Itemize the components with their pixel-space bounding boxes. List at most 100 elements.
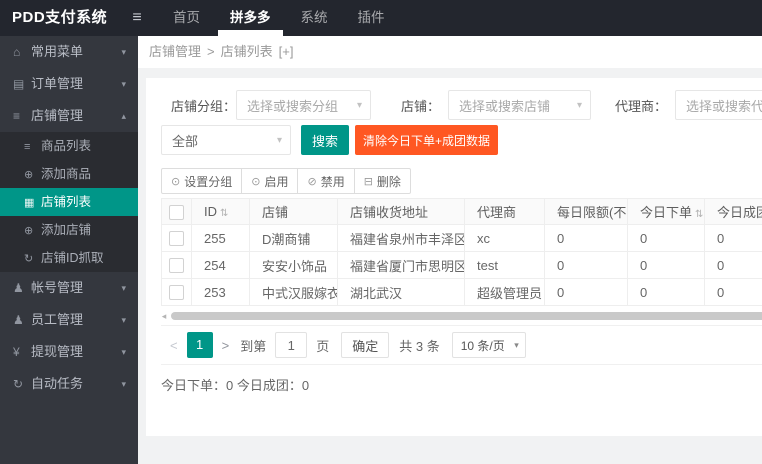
cell-id: 253 — [191, 278, 250, 306]
cell-today-order: 0 — [627, 251, 705, 279]
column-header-agent: 代理商 — [464, 198, 545, 225]
cell-agent: 超级管理员 — [464, 278, 545, 306]
breadcrumb-parent[interactable]: 店铺管理 — [149, 44, 201, 59]
sidebar-item-shop-management[interactable]: ≡ 店铺管理 ▴ — [0, 100, 138, 132]
jump-suffix-label: 页 — [316, 338, 330, 354]
sidebar-item-label: 员工管理 — [31, 312, 84, 327]
column-header-today-group[interactable]: 今日成团⇅ — [704, 198, 762, 225]
column-header-daily-limit: 每日限额(不... — [544, 198, 628, 225]
nav-item-system[interactable]: 系统 — [286, 0, 343, 36]
agent-select[interactable]: 选择或搜索代理 ▾ — [675, 90, 762, 120]
row-checkbox[interactable] — [169, 258, 184, 274]
shop-table: ID⇅ 店铺 店铺收货地址 代理商 每日限额(不... 今日下单⇅ 今日成团⇅ … — [161, 198, 762, 306]
submenu-item-shop-id-crawl[interactable]: ↻ 店铺ID抓取 — [0, 244, 138, 272]
sidebar-item-auto-tasks[interactable]: ↻ 自动任务 ▾ — [0, 368, 138, 400]
table-row: 254 安安小饰品 福建省厦门市思明区... test 0 0 0 — [161, 251, 762, 279]
sidebar-item-label: 帐号管理 — [31, 280, 84, 295]
search-button[interactable]: 搜索 — [301, 125, 350, 155]
scroll-left-icon[interactable]: ◂ — [157, 311, 171, 322]
shop-group-select[interactable]: 选择或搜索分组 ▾ — [236, 90, 372, 120]
cell-daily-limit: 0 — [544, 278, 628, 306]
row-checkbox[interactable] — [169, 231, 184, 247]
prev-page-button[interactable]: < — [161, 338, 187, 353]
cell-today-group: 0 — [704, 224, 762, 252]
sort-icon[interactable]: ⇅ — [695, 209, 703, 220]
page-size-select[interactable]: 10 条/页 ▾ — [451, 332, 526, 358]
chevron-down-icon: ▾ — [356, 99, 363, 111]
shop-management-submenu: ≡ 商品列表 ⊕ 添加商品 ▦ 店铺列表 ⊕ 添加店铺 ↻ 店铺ID抓取 — [0, 132, 138, 272]
user-icon: ♟ — [13, 281, 24, 295]
delete-button[interactable]: ⊟ 删除 — [353, 168, 411, 194]
submenu-item-label: 添加商品 — [41, 167, 92, 181]
set-group-button[interactable]: ⊙ 设置分组 — [161, 168, 243, 194]
page-number-button[interactable]: 1 — [186, 332, 213, 358]
chevron-down-icon: ▾ — [577, 99, 583, 111]
submenu-item-add-product[interactable]: ⊕ 添加商品 — [0, 160, 138, 188]
shop-placeholder: 选择或搜索店铺 — [459, 98, 551, 114]
submenu-item-shop-list[interactable]: ▦ 店铺列表 — [0, 188, 138, 216]
disable-button[interactable]: ⊘ 禁用 — [297, 168, 355, 194]
shop-label: 店铺： — [401, 98, 441, 114]
sidebar-item-account-management[interactable]: ♟ 帐号管理 ▾ — [0, 272, 138, 304]
breadcrumb-current[interactable]: 店铺列表 — [221, 44, 273, 59]
chevron-down-icon: ▾ — [121, 47, 126, 57]
breadcrumb: 店铺管理 > 店铺列表 [+] — [138, 36, 762, 68]
top-nav: 首页 拼多多 系统 插件 — [158, 0, 400, 36]
users-icon: ♟ — [13, 313, 24, 327]
cell-agent: xc — [464, 224, 545, 252]
sort-icon[interactable]: ⇅ — [220, 208, 228, 219]
status-select[interactable]: 全部 ▾ — [161, 125, 291, 155]
plus-circle-icon: ⊕ — [24, 225, 34, 237]
nav-item-pinduoduo[interactable]: 拼多多 — [215, 0, 286, 36]
sidebar-item-common-menu[interactable]: ⌂ 常用菜单 ▾ — [0, 36, 138, 68]
sidebar-item-withdraw-management[interactable]: ¥ 提现管理 ▾ — [0, 336, 138, 368]
collapse-sidebar-icon[interactable]: ≡ — [122, 0, 152, 36]
breadcrumb-separator: > — [207, 44, 215, 59]
table-toolbar: ⊙ 设置分组 ⊙ 启用 ⊘ 禁用 ⊟ 删除 — [161, 168, 762, 194]
cell-today-group: 0 — [704, 278, 762, 306]
enable-label: 启用 — [264, 174, 289, 189]
sidebar-item-staff-management[interactable]: ♟ 员工管理 ▾ — [0, 304, 138, 336]
column-header-address: 店铺收货地址 — [337, 198, 465, 225]
money-icon: ¥ — [13, 345, 20, 359]
nav-item-home[interactable]: 首页 — [158, 0, 215, 36]
cell-daily-limit: 0 — [544, 251, 628, 279]
column-header-today-order[interactable]: 今日下单 ⇅ — [627, 198, 705, 225]
column-header-shop: 店铺 — [249, 198, 338, 225]
row-checkbox[interactable] — [169, 285, 184, 301]
page-jump-input[interactable] — [275, 332, 308, 358]
submenu-item-label: 店铺列表 — [41, 195, 92, 209]
radio-icon: ⊙ — [171, 175, 181, 188]
submenu-item-label: 商品列表 — [41, 139, 92, 153]
shop-list-panel: 店铺分组： 选择或搜索分组 ▾ 店铺： 选择或搜索店铺 ▾ 代理商： 选择或搜索… — [146, 78, 762, 436]
jump-prefix-label: 到第 — [240, 338, 267, 354]
clear-today-data-button[interactable]: 清除今日下单+成团数据 — [355, 125, 499, 155]
enable-button[interactable]: ⊙ 启用 — [241, 168, 299, 194]
trash-icon: ⊟ — [363, 175, 373, 188]
column-header-id[interactable]: ID ⇅ — [191, 198, 250, 225]
sidebar-item-order-management[interactable]: ▤ 订单管理 ▾ — [0, 68, 138, 100]
next-page-button[interactable]: > — [213, 338, 239, 353]
shop-group-label: 店铺分组： — [171, 98, 237, 114]
submenu-item-add-shop[interactable]: ⊕ 添加店铺 — [0, 216, 138, 244]
radio-icon: ⊙ — [251, 175, 261, 188]
cell-address: 福建省泉州市丰泽区 — [337, 224, 465, 252]
cell-agent: test — [464, 251, 545, 279]
sidebar-item-label: 常用菜单 — [31, 44, 84, 59]
delete-label: 删除 — [376, 174, 401, 189]
shop-select[interactable]: 选择或搜索店铺 ▾ — [448, 90, 592, 120]
nav-item-plugins[interactable]: 插件 — [343, 0, 400, 36]
submenu-item-product-list[interactable]: ≡ 商品列表 — [0, 132, 138, 160]
disable-label: 禁用 — [320, 174, 345, 189]
confirm-jump-button[interactable]: 确定 — [341, 332, 390, 358]
horizontal-scrollbar-thumb[interactable] — [171, 312, 762, 320]
total-count-label: 共 3 条 — [399, 338, 440, 354]
open-in-new-tab-link[interactable]: [+] — [279, 44, 294, 59]
ban-icon: ⊘ — [307, 175, 317, 188]
chevron-up-icon: ▴ — [121, 111, 126, 121]
sidebar-item-label: 自动任务 — [31, 376, 84, 391]
cell-today-group: 0 — [704, 251, 762, 279]
agent-placeholder: 选择或搜索代理 — [686, 98, 762, 114]
select-all-checkbox[interactable] — [169, 204, 184, 220]
list-icon: ≡ — [24, 141, 31, 153]
